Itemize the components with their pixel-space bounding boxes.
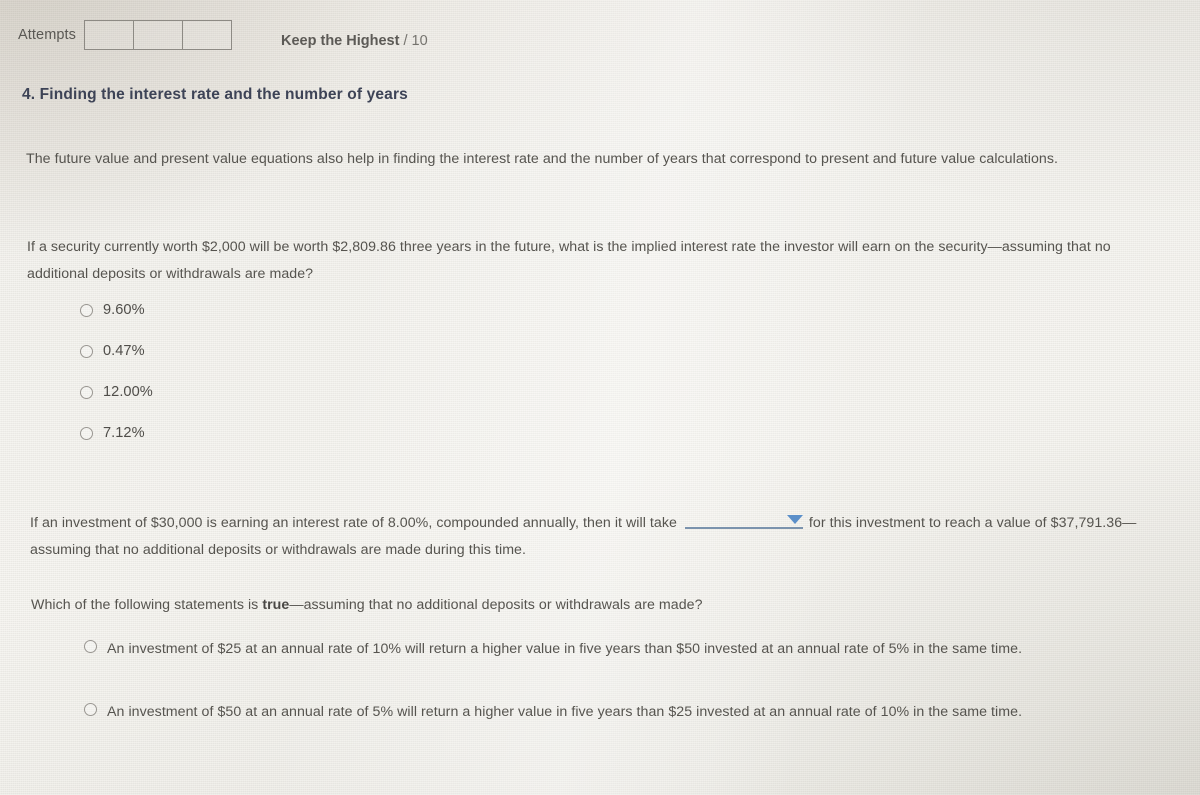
years-dropdown[interactable] (684, 510, 803, 529)
attempts-cell-1[interactable] (85, 21, 135, 49)
question-2-before-select: If an investment of $30,000 is earning a… (30, 515, 677, 531)
question-3-text: Which of the following statements is tru… (31, 592, 1131, 619)
radio-icon[interactable] (84, 640, 97, 653)
question-3-emphasis: true (262, 597, 290, 613)
chevron-down-icon (786, 515, 803, 524)
attempts-cell-3[interactable] (183, 21, 231, 49)
keep-highest-label: Keep the Highest (281, 33, 400, 49)
rate-option-1[interactable]: 9.60% (80, 300, 153, 320)
true-statement-option-label: An investment of $50 at an annual rate o… (107, 704, 1023, 720)
attempts-box[interactable] (84, 20, 233, 50)
question-3-suffix: —assuming that no additional deposits or… (289, 597, 703, 613)
true-statement-option-2[interactable]: An investment of $50 at an annual rate o… (84, 699, 1124, 725)
attempts-cell-2[interactable] (134, 21, 184, 49)
rate-option-label: 7.12% (103, 425, 145, 441)
radio-icon[interactable] (84, 703, 97, 716)
rate-option-2[interactable]: 0.47% (80, 341, 153, 361)
attempts-label: Attempts (18, 27, 77, 43)
question-3-prefix: Which of the following statements is (31, 597, 263, 613)
keep-highest-status: Keep the Highest / 10 (281, 33, 428, 49)
rate-option-label: 0.47% (103, 343, 145, 359)
attempts-row: Attempts (18, 20, 233, 50)
page-title: 4. Finding the interest rate and the num… (22, 86, 408, 103)
radio-icon[interactable] (80, 345, 93, 358)
question-1-text: If a security currently worth $2,000 wil… (27, 239, 1111, 282)
question-2-text: If an investment of $30,000 is earning a… (30, 510, 1140, 564)
true-statement-options-group[interactable]: An investment of $25 at an annual rate o… (84, 636, 1124, 762)
radio-icon[interactable] (80, 427, 93, 440)
rate-option-label: 12.00% (103, 384, 153, 400)
radio-icon[interactable] (80, 386, 93, 399)
rate-options-group[interactable]: 9.60% 0.47% 12.00% 7.12% (80, 300, 153, 464)
rate-option-label: 9.60% (103, 302, 145, 318)
keep-highest-score: / 10 (403, 33, 428, 49)
true-statement-option-1[interactable]: An investment of $25 at an annual rate o… (84, 636, 1124, 662)
intro-paragraph: The future value and present value equat… (26, 151, 1058, 167)
rate-option-4[interactable]: 7.12% (80, 423, 153, 443)
rate-option-3[interactable]: 12.00% (80, 382, 153, 402)
radio-icon[interactable] (80, 304, 93, 317)
true-statement-option-label: An investment of $25 at an annual rate o… (107, 641, 1023, 657)
